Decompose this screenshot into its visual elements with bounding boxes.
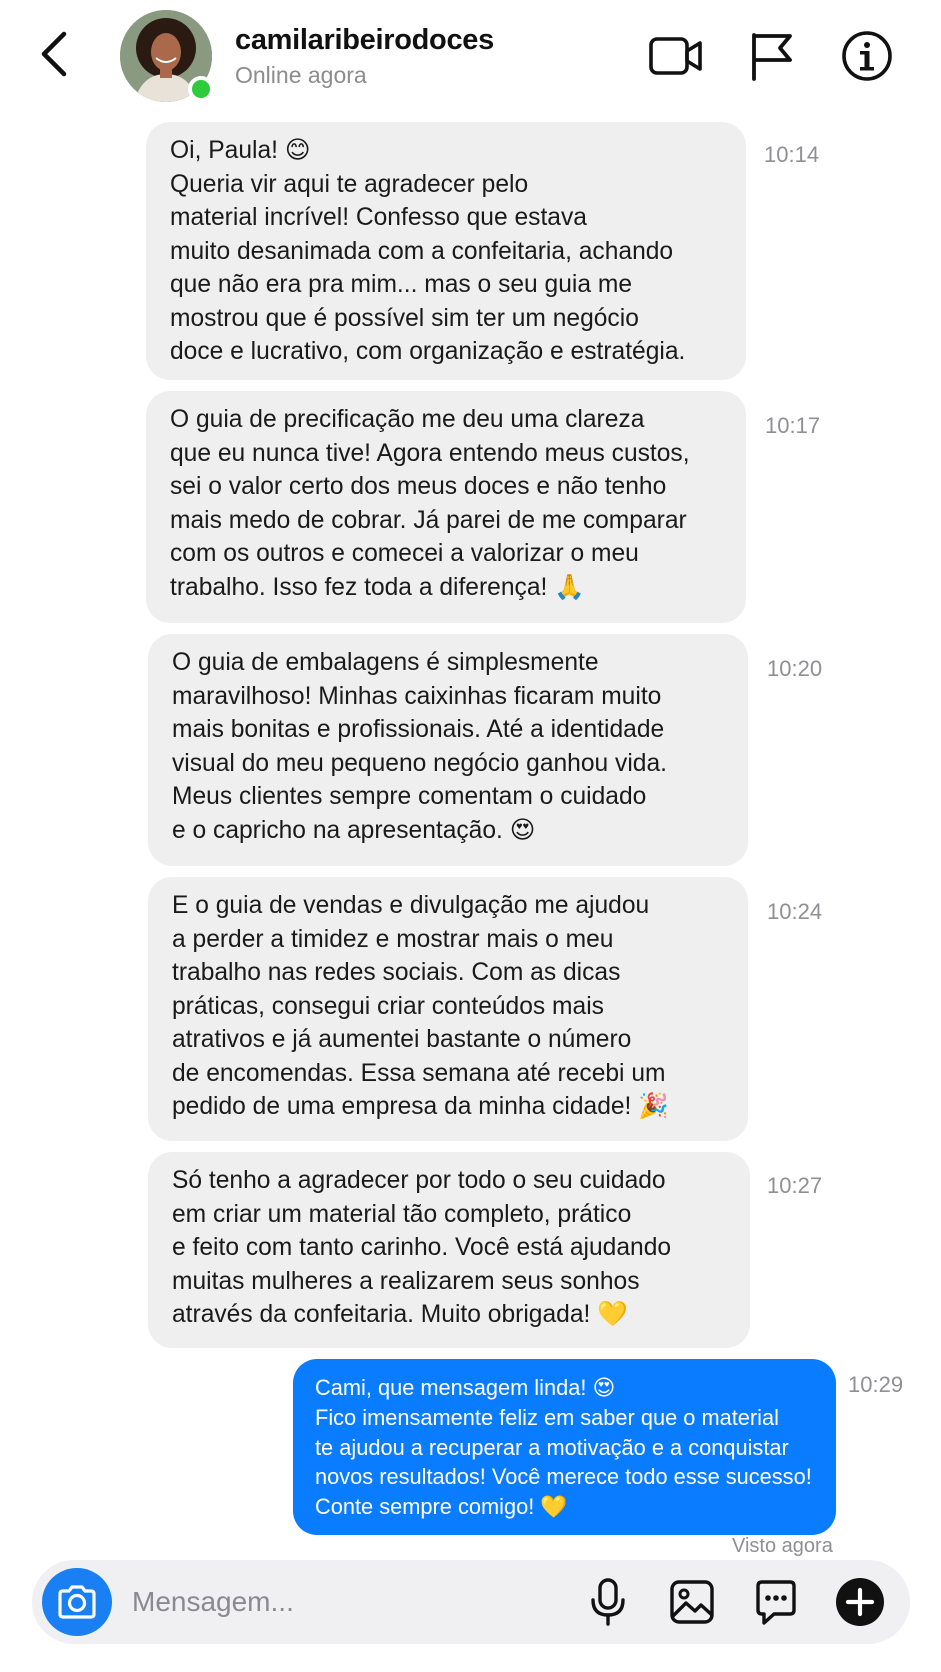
outgoing-message[interactable]: Cami, que mensagem linda! 😍 Fico imensam… [293, 1359, 836, 1535]
message-line: O guia de embalagens é simplesmente [172, 649, 599, 676]
plus-icon[interactable] [832, 1574, 888, 1630]
incoming-message[interactable]: Oi, Paula! 😊 Queria vir aqui te agradece… [146, 122, 746, 380]
message-line: através da confeitaria. Muito obrigada! … [172, 1301, 628, 1328]
camera-icon[interactable] [42, 1568, 112, 1636]
username[interactable]: camilaribeirodoces [235, 24, 494, 57]
message-line: novos resultados! Você merece todo esse … [315, 1464, 812, 1490]
message-line: trabalho. Isso fez toda a diferença! 🙏 [170, 573, 585, 601]
seen-receipt: Visto agora [732, 1535, 833, 1557]
message-time: 10:17 [765, 413, 821, 438]
message-line: muitas mulheres a realizarem seus sonhos [172, 1267, 640, 1295]
gallery-icon[interactable] [664, 1574, 720, 1630]
message-line: E o guia de vendas e divulgação me ajudo… [172, 892, 650, 919]
message-time: 10:14 [764, 142, 820, 167]
message-line: e feito com tanto carinho. Você está aju… [172, 1234, 672, 1261]
message-line: mostrou que é possível sim ter um negóci… [170, 304, 639, 332]
message-line: visual do meu pequeno negócio ganhou vid… [172, 749, 667, 777]
flag-icon[interactable] [741, 26, 801, 86]
message-time: 10:24 [767, 899, 823, 924]
message-line: com os outros e comecei a valorizar o me… [170, 540, 639, 567]
message-line: atrativos e já aumentei bastante o númer… [172, 1026, 632, 1053]
message-line: trabalho nas redes sociais. Com as dicas [172, 959, 621, 986]
message-line: Conte sempre comigo! 💛 [315, 1494, 568, 1520]
video-call-icon[interactable] [646, 26, 706, 86]
message-composer [32, 1560, 910, 1644]
message-line: Oi, Paula! 😊 [170, 137, 311, 164]
chat-header: camilaribeirodoces Online agora [0, 0, 941, 112]
message-line: práticas, consegui criar conteúdos mais [172, 992, 604, 1020]
message-input[interactable] [132, 1576, 532, 1628]
incoming-message[interactable]: Só tenho a agradecer por todo o seu cuid… [148, 1152, 750, 1348]
message-line: que eu nunca tive! Agora entendo meus cu… [170, 439, 690, 467]
info-icon[interactable] [837, 26, 897, 86]
message-time: 10:20 [767, 656, 823, 681]
message-line: pedido de uma empresa da minha cidade! 🎉 [172, 1093, 669, 1120]
message-line: Só tenho a agradecer por todo o seu cuid… [172, 1167, 666, 1194]
message-line: mais medo de cobrar. Já parei de me comp… [170, 506, 687, 534]
sticker-chat-icon[interactable] [748, 1574, 804, 1630]
message-line: e o capricho na apresentação. 😍 [172, 816, 536, 844]
incoming-message[interactable]: E o guia de vendas e divulgação me ajudo… [148, 877, 748, 1141]
message-line: doce e lucrativo, com organização e estr… [170, 338, 686, 365]
online-status: Online agora [235, 62, 367, 88]
message-line: de encomendas. Essa semana até recebi um [172, 1059, 666, 1087]
message-line: Queria vir aqui te agradecer pelo [170, 170, 529, 198]
message-line: muito desanimada com a confeitaria, acha… [170, 237, 674, 265]
online-indicator [188, 76, 214, 102]
message-line: O guia de precificação me deu uma clarez… [170, 406, 645, 433]
microphone-icon[interactable] [580, 1574, 636, 1630]
message-time: 10:27 [767, 1173, 823, 1198]
message-line: sei o valor certo dos meus doces e não t… [170, 473, 667, 500]
message-line: mais bonitas e profissionais. Até a iden… [172, 716, 665, 743]
incoming-message[interactable]: O guia de precificação me deu uma clarez… [146, 391, 746, 623]
message-line: material incrível! Confesso que estava [170, 204, 587, 231]
message-line: que não era pra mim... mas o seu guia me [170, 271, 633, 298]
message-line: em criar um material tão completo, práti… [172, 1200, 632, 1228]
message-line: Fico imensamente feliz em saber que o ma… [315, 1404, 779, 1430]
message-line: te ajudou a recuperar a motivação e a co… [315, 1434, 789, 1460]
message-line: a perder a timidez e mostrar mais o meu [172, 925, 614, 953]
message-line: maravilhoso! Minhas caixinhas ficaram mu… [172, 682, 662, 710]
message-time: 10:29 [848, 1372, 904, 1397]
back-chevron-icon[interactable] [32, 26, 76, 82]
message-line: Cami, que mensagem linda! 😍 [315, 1375, 616, 1400]
incoming-message[interactable]: O guia de embalagens é simplesmente mara… [148, 634, 748, 866]
message-line: Meus clientes sempre comentam o cuidado [172, 783, 647, 810]
